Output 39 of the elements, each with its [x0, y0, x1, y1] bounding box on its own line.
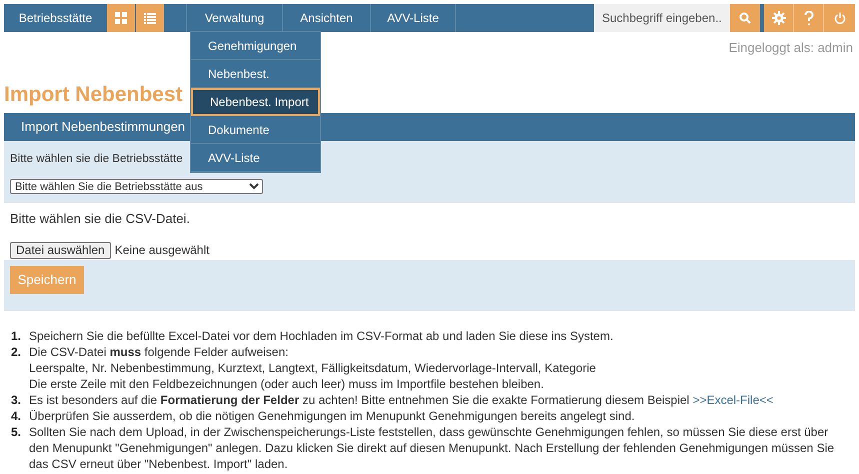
dropdown-item[interactable]: Genehmigungen — [191, 32, 320, 60]
instruction-text: Die erste Zeile mit den Feldbezeichnungen (oder auch leer) muss im Importfile bestehen bleiben. — [29, 376, 544, 390]
page-title: Import Nebenbest — [4, 82, 183, 108]
search-icon — [739, 12, 751, 24]
file-status: Keine ausgewählt — [114, 242, 210, 259]
brand-label[interactable]: Betriebsstätte — [4, 4, 107, 32]
list-number: 1. — [11, 328, 22, 344]
help-icon — [804, 10, 814, 26]
grid-icon — [115, 12, 127, 24]
list-number: 3. — [11, 392, 22, 408]
file-choose-button[interactable]: Datei auswählen — [10, 242, 111, 258]
instruction-text: Sollten Sie nach dem Upload, in der Zwischenspeicherungs-Liste feststellen, dass gewünschte Genehmigungen fehlen, so müssen Sie diese erst über den Menupunkt "Genehmigungen" anlegen. Dazu klicken Sie direkt auf diesen Menupunkt. Nach Erstellung der fehlenden Genehmigungen müssen Sie das CSV erneut über "Nebenbest. Import" laden. — [29, 424, 834, 470]
excel-file-link[interactable]: >>Excel-File<< — [692, 392, 774, 406]
site-select[interactable]: Bitte wählen Sie die Betriebsstätte aus — [10, 178, 263, 194]
nav-menu[interactable]: AVV-Liste — [370, 4, 455, 32]
dropdown-item[interactable]: Dokumente — [191, 116, 320, 144]
panel-title[interactable]: Import Nebenbestimmungen — [4, 116, 186, 136]
dropdown-item[interactable]: AVV-Liste — [191, 144, 320, 172]
search-field[interactable]: Suchbegriff eingeben... — [594, 4, 730, 32]
csv-label: Bitte wählen sie die CSV-Datei. — [10, 210, 191, 228]
login-status: Eingeloggt als: admin — [728, 39, 853, 57]
instruction-text: Leerspalte, Nr. Nebenbestimmung, Kurztext, Langtext, Fälligkeitsdatum, Wiedervorlage-Intervall, Kategorie — [29, 360, 596, 374]
search-button[interactable] — [730, 4, 760, 32]
dropdown-item[interactable]: Nebenbest. Import — [191, 88, 320, 116]
instruction-text: Die CSV-Datei muss folgende Felder aufweisen: — [29, 344, 288, 358]
settings-button[interactable] — [764, 4, 794, 32]
list-number: 2. — [11, 344, 22, 360]
settings-icon — [772, 11, 786, 25]
instruction-text: Es ist besonders auf die Formatierung der Felder zu achten! Bitte entnehmen Sie die exakte Formatierung diesem Beispiel — [29, 392, 690, 406]
list-number: 5. — [11, 424, 22, 440]
list-number: 4. — [11, 408, 22, 424]
power-icon — [834, 12, 846, 24]
list-icon — [144, 12, 156, 24]
instruction-text: Überprüfen Sie ausserdem, ob die nötigen Genehmigungen im Menupunkt Genehmigungen bereits angelegt sind. — [29, 408, 635, 422]
instruction-text: Speichern Sie die befüllte Excel-Datei vor dem Hochladen im CSV-Format ab und laden Sie diese ins System. — [29, 328, 614, 342]
logout-button[interactable] — [824, 4, 855, 32]
tile-view-button[interactable] — [107, 4, 136, 32]
help-button[interactable] — [794, 4, 824, 32]
site-label: Bitte wählen sie die Betriebsstätte — [10, 152, 183, 166]
